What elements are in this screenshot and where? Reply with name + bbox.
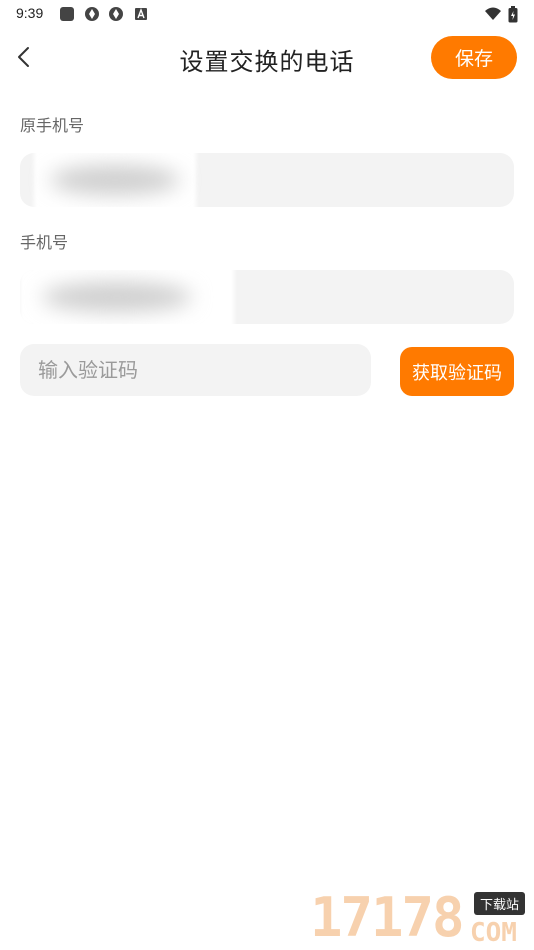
new-phone-field[interactable] <box>20 270 514 324</box>
new-phone-label: 手机号 <box>20 233 69 252</box>
watermark-tag: 下载站 <box>474 892 526 915</box>
watermark-digits: 17178 <box>310 886 465 949</box>
watermark-logo: 17178 下载站 COM <box>310 888 530 948</box>
wifi-icon <box>484 6 501 22</box>
app-circle-icon <box>108 6 124 22</box>
status-bar: 9:39 <box>0 0 534 28</box>
original-phone-label: 原手机号 <box>20 116 85 135</box>
header: 设置交换的电话 保存 <box>0 28 534 88</box>
get-code-button[interactable]: 获取验证码 <box>400 347 514 396</box>
battery-icon <box>508 6 518 23</box>
app-square-icon <box>59 6 75 22</box>
original-phone-field[interactable] <box>20 153 514 207</box>
app-circle-icon <box>84 6 100 22</box>
redacted-blur <box>42 282 192 312</box>
watermark-suffix: COM <box>470 918 517 948</box>
save-button[interactable]: 保存 <box>431 36 517 79</box>
font-a-icon <box>133 6 149 22</box>
redacted-blur <box>50 165 180 195</box>
verify-code-input[interactable] <box>20 344 371 396</box>
status-time: 9:39 <box>16 5 44 21</box>
